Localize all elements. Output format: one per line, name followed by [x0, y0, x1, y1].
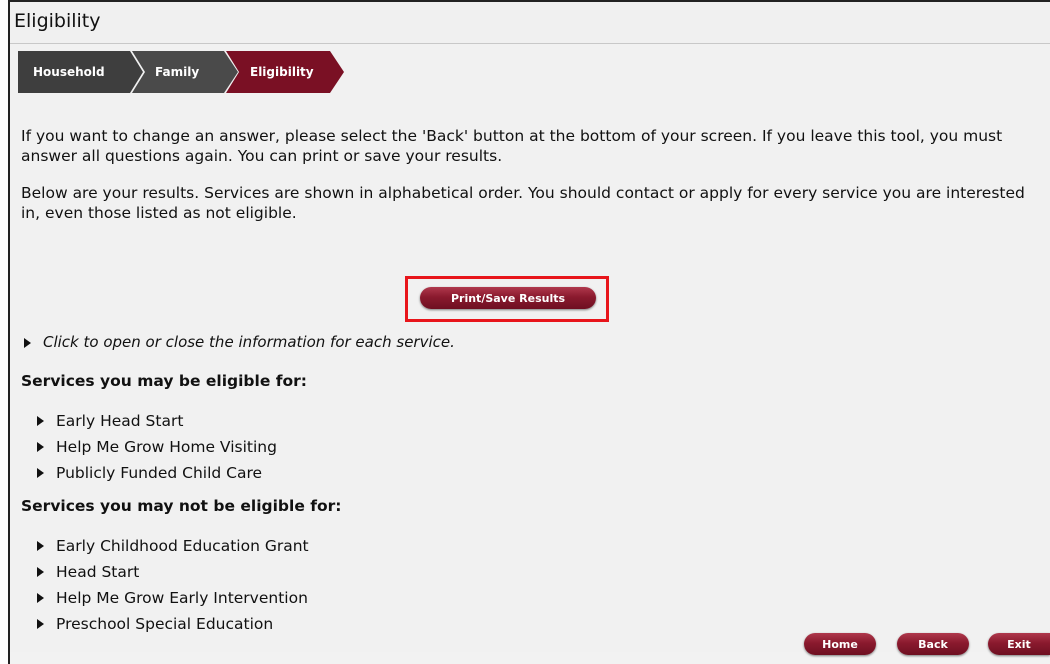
eligible-services-list: Early Head Start Help Me Grow Home Visit… [37, 408, 277, 486]
step-household-label: Household [33, 65, 105, 79]
service-label: Help Me Grow Early Intervention [56, 589, 308, 607]
service-item-publicly-funded-child-care[interactable]: Publicly Funded Child Care [37, 460, 277, 486]
back-button[interactable]: Back [897, 633, 969, 655]
service-label: Publicly Funded Child Care [56, 464, 263, 482]
service-item-preschool-special-education[interactable]: Preschool Special Education [37, 611, 309, 637]
service-item-help-me-grow-home-visiting[interactable]: Help Me Grow Home Visiting [37, 434, 277, 460]
triangle-right-icon [24, 337, 31, 348]
triangle-right-icon [37, 541, 44, 551]
service-label: Help Me Grow Home Visiting [56, 438, 277, 456]
progress-steps: Household Family Eligibility [18, 51, 344, 93]
exit-button[interactable]: Exit [988, 633, 1050, 655]
triangle-right-icon [37, 468, 44, 478]
eligible-heading: Services you may be eligible for: [21, 372, 307, 390]
step-family-label: Family [155, 65, 200, 79]
triangle-right-icon [37, 593, 44, 603]
step-eligibility-current: Eligibility [226, 51, 344, 93]
service-label: Preschool Special Education [56, 615, 274, 633]
not-eligible-services-list: Early Childhood Education Grant Head Sta… [37, 533, 309, 637]
intro-paragraph-2: Below are your results. Services are sho… [21, 184, 1025, 222]
print-button-highlight: Print/Save Results [405, 276, 609, 322]
triangle-right-icon [37, 442, 44, 452]
service-label: Head Start [56, 563, 140, 581]
step-family: Family [132, 51, 238, 93]
page-title: Eligibility [14, 10, 101, 32]
triangle-right-icon [37, 619, 44, 629]
service-item-early-head-start[interactable]: Early Head Start [37, 408, 277, 434]
step-household: Household [18, 51, 143, 93]
service-item-help-me-grow-early-intervention[interactable]: Help Me Grow Early Intervention [37, 585, 309, 611]
step-eligibility-label: Eligibility [250, 65, 314, 79]
service-label: Early Head Start [56, 412, 184, 430]
service-item-early-childhood-education-grant[interactable]: Early Childhood Education Grant [37, 533, 309, 559]
expand-hint: Click to open or close the information f… [24, 333, 455, 351]
eligibility-panel: Eligibility Household Family Eligibility… [8, 0, 1050, 664]
service-item-head-start[interactable]: Head Start [37, 559, 309, 585]
not-eligible-heading: Services you may not be eligible for: [21, 497, 342, 515]
triangle-right-icon [37, 567, 44, 577]
content-area: Household Family Eligibility If you want… [10, 44, 1050, 652]
title-bar: Eligibility [10, 2, 1050, 44]
service-label: Early Childhood Education Grant [56, 537, 309, 555]
print-save-results-button[interactable]: Print/Save Results [420, 287, 596, 309]
home-button[interactable]: Home [804, 633, 876, 655]
expand-hint-text: Click to open or close the information f… [43, 333, 455, 351]
intro-paragraph-1: If you want to change an answer, please … [21, 127, 1003, 165]
triangle-right-icon [37, 416, 44, 426]
